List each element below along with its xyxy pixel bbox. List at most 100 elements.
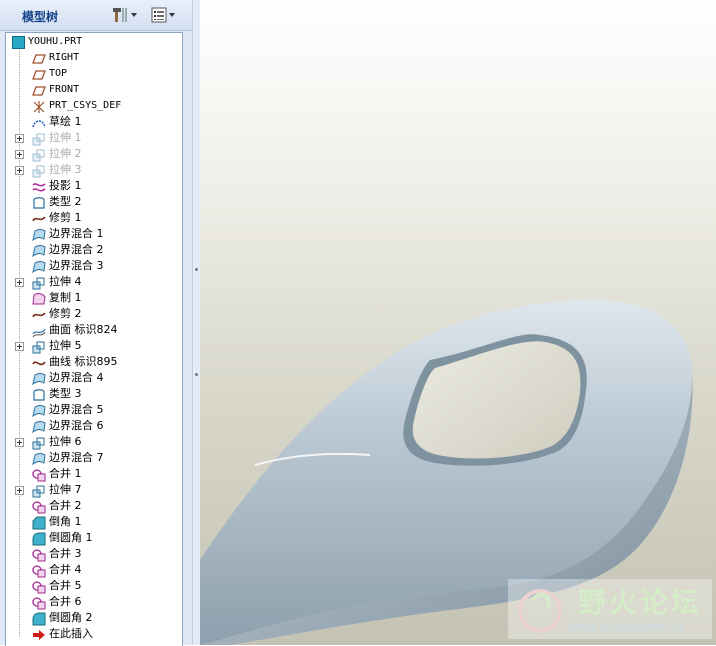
expand-toggle[interactable]	[15, 134, 24, 143]
tree-item[interactable]: 边界混合 6	[6, 418, 182, 434]
tree-item[interactable]: 拉伸 1	[6, 130, 182, 146]
tree-item[interactable]: 拉伸 5	[6, 338, 182, 354]
tree-item[interactable]: 边界混合 4	[6, 370, 182, 386]
tree-item-label: 边界混合 2	[49, 243, 104, 256]
panel-title: 模型树	[22, 10, 59, 24]
tree-item[interactable]: 曲面 标识824	[6, 322, 182, 338]
tree-item[interactable]: 边界混合 7	[6, 450, 182, 466]
tree-item[interactable]: 边界混合 1	[6, 226, 182, 242]
tree-item[interactable]: FRONT	[6, 82, 182, 98]
tree-item[interactable]: PRT_CSYS_DEF	[6, 98, 182, 114]
extrude-icon	[32, 435, 46, 450]
tree-item[interactable]: 拉伸 6	[6, 434, 182, 450]
tree-item[interactable]: 修剪 2	[6, 306, 182, 322]
tree-item[interactable]: 草绘 1	[6, 114, 182, 130]
tree-item-label: 拉伸 1	[49, 131, 82, 144]
tree-item[interactable]: TOP	[6, 66, 182, 82]
tree-item[interactable]: 合并 3	[6, 546, 182, 562]
merge-icon	[32, 595, 46, 610]
tree-item[interactable]: 拉伸 7	[6, 482, 182, 498]
tree-item-label: RIGHT	[49, 52, 80, 63]
datum-plane-icon	[32, 83, 46, 97]
tools-icon	[113, 8, 127, 22]
tree-item-label: 边界混合 1	[49, 227, 104, 240]
tree-item[interactable]: 倒圆角 1	[6, 530, 182, 546]
show-button[interactable]	[150, 5, 176, 25]
tree-item[interactable]: RIGHT	[6, 50, 182, 66]
tree-item[interactable]: 拉伸 4	[6, 274, 182, 290]
tree-item[interactable]: 投影 1	[6, 178, 182, 194]
tree-item[interactable]: 边界混合 5	[6, 402, 182, 418]
tree-item[interactable]: 边界混合 2	[6, 242, 182, 258]
settings-button[interactable]	[112, 5, 138, 25]
watermark-title: 野火论坛	[578, 586, 703, 619]
tree-item[interactable]: 复制 1	[6, 290, 182, 306]
tree-item-label: 边界混合 5	[49, 403, 104, 416]
expand-toggle[interactable]	[15, 438, 24, 447]
splitter-grip[interactable]	[195, 373, 198, 376]
tree-item-label: 倒角 1	[49, 515, 82, 528]
tree-item[interactable]: 合并 4	[6, 562, 182, 578]
tree-item-label: 复制 1	[49, 291, 82, 304]
tree-item-label: 边界混合 4	[49, 371, 104, 384]
extrude-icon	[32, 339, 46, 354]
watermark: 野火论坛 www.proewildfire.cn	[508, 579, 712, 639]
chamfer-icon	[32, 515, 46, 530]
boundary-blend-icon	[32, 371, 46, 386]
tree-item[interactable]: 合并 5	[6, 578, 182, 594]
tree-item-label: 拉伸 2	[49, 147, 82, 160]
tree-item-label: 边界混合 3	[49, 259, 104, 272]
tree-item-label: 拉伸 3	[49, 163, 82, 176]
tree-item-label: 修剪 2	[49, 307, 82, 320]
boundary-blend-icon	[32, 419, 46, 434]
extrude-icon	[32, 131, 46, 146]
expand-toggle[interactable]	[15, 342, 24, 351]
round-icon	[32, 531, 46, 546]
model-tree-panel: 模型树 YOUHU.PRT RIGHT TOP FRONT PRT_CSYS_D…	[0, 0, 192, 646]
splitter-grip[interactable]	[195, 268, 198, 271]
tree-item-label: FRONT	[49, 84, 80, 95]
curve-type-icon	[32, 195, 46, 209]
tree-item[interactable]: 拉伸 2	[6, 146, 182, 162]
tree-item[interactable]: 在此插入	[6, 626, 182, 642]
tree-item[interactable]: 倒圆角 2	[6, 610, 182, 626]
tree-item[interactable]: 类型 2	[6, 194, 182, 210]
tree-item[interactable]: 合并 1	[6, 466, 182, 482]
tree-item[interactable]: 边界混合 3	[6, 258, 182, 274]
part-icon	[12, 36, 25, 49]
tree-item-label: 倒圆角 1	[49, 531, 93, 544]
projection-icon	[32, 179, 46, 193]
tree-item[interactable]: 类型 3	[6, 386, 182, 402]
tree-item-label: 拉伸 4	[49, 275, 82, 288]
merge-icon	[32, 579, 46, 594]
graphics-window[interactable]: 野火论坛 www.proewildfire.cn	[200, 0, 716, 645]
tree-item-label: 修剪 1	[49, 211, 82, 224]
tree-root[interactable]: YOUHU.PRT	[6, 34, 182, 50]
tree-item-label: 倒圆角 2	[49, 611, 93, 624]
expand-toggle[interactable]	[15, 486, 24, 495]
tree-item-label: 投影 1	[49, 179, 82, 192]
extrude-icon	[32, 275, 46, 290]
tree-item[interactable]: 合并 2	[6, 498, 182, 514]
copy-icon	[32, 291, 46, 305]
expand-toggle[interactable]	[15, 166, 24, 175]
tree-item[interactable]: 曲线 标识895	[6, 354, 182, 370]
tree-item-label: 合并 4	[49, 563, 82, 576]
extrude-icon	[32, 147, 46, 162]
model-tree: YOUHU.PRT RIGHT TOP FRONT PRT_CSYS_DEF 草绘 1 拉…	[5, 32, 183, 646]
tree-item-label: 合并 1	[49, 467, 82, 480]
sketch-icon	[32, 115, 46, 129]
tree-item-label: 合并 5	[49, 579, 82, 592]
tree-item[interactable]: 合并 6	[6, 594, 182, 610]
boundary-blend-icon	[32, 227, 46, 242]
boundary-blend-icon	[32, 259, 46, 274]
tree-item[interactable]: 拉伸 3	[6, 162, 182, 178]
tree-display-icon	[151, 7, 167, 23]
tree-item-label: 曲线 标识895	[49, 355, 118, 368]
merge-icon	[32, 499, 46, 514]
tree-item[interactable]: 倒角 1	[6, 514, 182, 530]
expand-toggle[interactable]	[15, 150, 24, 159]
expand-toggle[interactable]	[15, 278, 24, 287]
boundary-blend-icon	[32, 403, 46, 418]
tree-item[interactable]: 修剪 1	[6, 210, 182, 226]
